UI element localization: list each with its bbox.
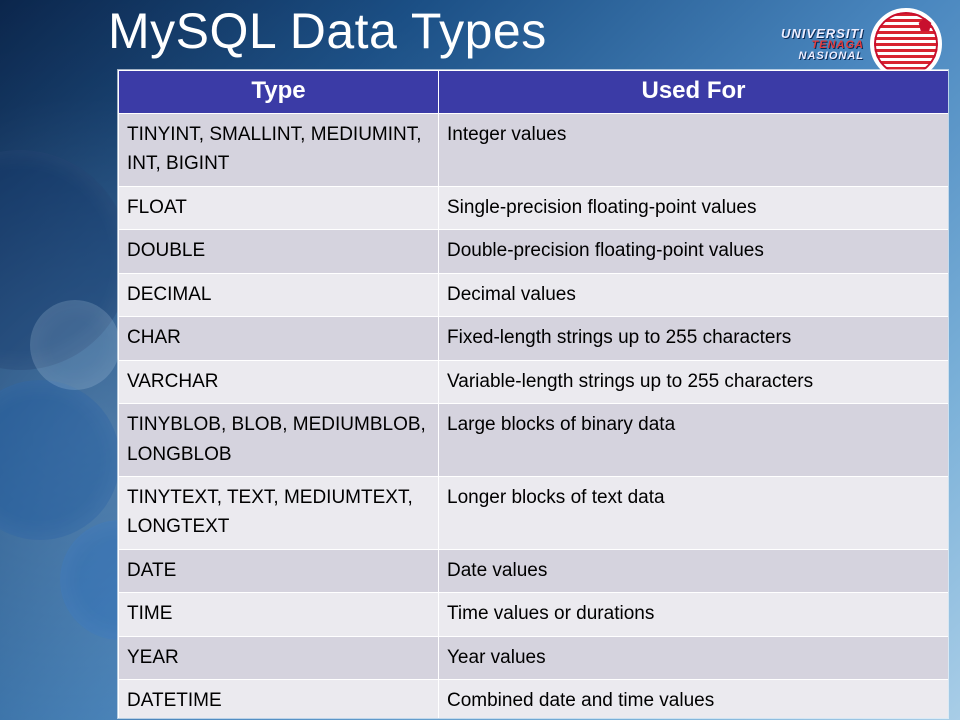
cell-used-for: Integer values — [439, 114, 949, 187]
table-row: DATEDate values — [119, 549, 949, 592]
cell-type: YEAR — [119, 636, 439, 679]
table-row: TINYBLOB, BLOB, MEDIUMBLOB, LONGBLOBLarg… — [119, 404, 949, 477]
cell-used-for: Single-precision floating-point values — [439, 186, 949, 229]
header-type: Type — [119, 71, 439, 114]
table-header-row: Type Used For — [119, 71, 949, 114]
cell-type: CHAR — [119, 317, 439, 360]
cell-type: DECIMAL — [119, 273, 439, 316]
logo-line2: TENAGA — [812, 40, 864, 51]
data-types-table-wrap: Type Used For TINYINT, SMALLINT, MEDIUMI… — [118, 70, 948, 718]
table-row: DATETIMECombined date and time values — [119, 680, 949, 718]
cell-type: FLOAT — [119, 186, 439, 229]
cell-used-for: Variable-length strings up to 255 charac… — [439, 360, 949, 403]
cell-type: DATE — [119, 549, 439, 592]
cell-type: DATETIME — [119, 680, 439, 718]
cell-type: TINYBLOB, BLOB, MEDIUMBLOB, LONGBLOB — [119, 404, 439, 477]
cell-used-for: Large blocks of binary data — [439, 404, 949, 477]
data-types-table: Type Used For TINYINT, SMALLINT, MEDIUMI… — [118, 70, 948, 718]
logo-line1: UNIVERSITI — [781, 27, 864, 40]
logo-line3: NASIONAL — [799, 51, 864, 62]
cell-used-for: Double-precision floating-point values — [439, 230, 949, 273]
cell-type: TIME — [119, 593, 439, 636]
cell-type: TINYINT, SMALLINT, MEDIUMINT, INT, BIGIN… — [119, 114, 439, 187]
table-row: VARCHARVariable-length strings up to 255… — [119, 360, 949, 403]
cell-type: VARCHAR — [119, 360, 439, 403]
cell-used-for: Date values — [439, 549, 949, 592]
slide-title: MySQL Data Types — [108, 2, 547, 60]
logo-text: UNIVERSITI TENAGA NASIONAL — [781, 27, 864, 62]
cell-type: DOUBLE — [119, 230, 439, 273]
table-row: TINYTEXT, TEXT, MEDIUMTEXT, LONGTEXTLong… — [119, 476, 949, 549]
cell-type: TINYTEXT, TEXT, MEDIUMTEXT, LONGTEXT — [119, 476, 439, 549]
table-row: TIMETime values or durations — [119, 593, 949, 636]
table-row: DOUBLEDouble-precision floating-point va… — [119, 230, 949, 273]
cell-used-for: Year values — [439, 636, 949, 679]
table-row: CHARFixed-length strings up to 255 chara… — [119, 317, 949, 360]
table-row: FLOATSingle-precision floating-point val… — [119, 186, 949, 229]
table-row: DECIMALDecimal values — [119, 273, 949, 316]
header-used-for: Used For — [439, 71, 949, 114]
cell-used-for: Combined date and time values — [439, 680, 949, 718]
cell-used-for: Fixed-length strings up to 255 character… — [439, 317, 949, 360]
table-row: YEARYear values — [119, 636, 949, 679]
table-row: TINYINT, SMALLINT, MEDIUMINT, INT, BIGIN… — [119, 114, 949, 187]
slide: MySQL Data Types UNIVERSITI TENAGA NASIO… — [0, 0, 960, 720]
cell-used-for: Longer blocks of text data — [439, 476, 949, 549]
cell-used-for: Decimal values — [439, 273, 949, 316]
cell-used-for: Time values or durations — [439, 593, 949, 636]
